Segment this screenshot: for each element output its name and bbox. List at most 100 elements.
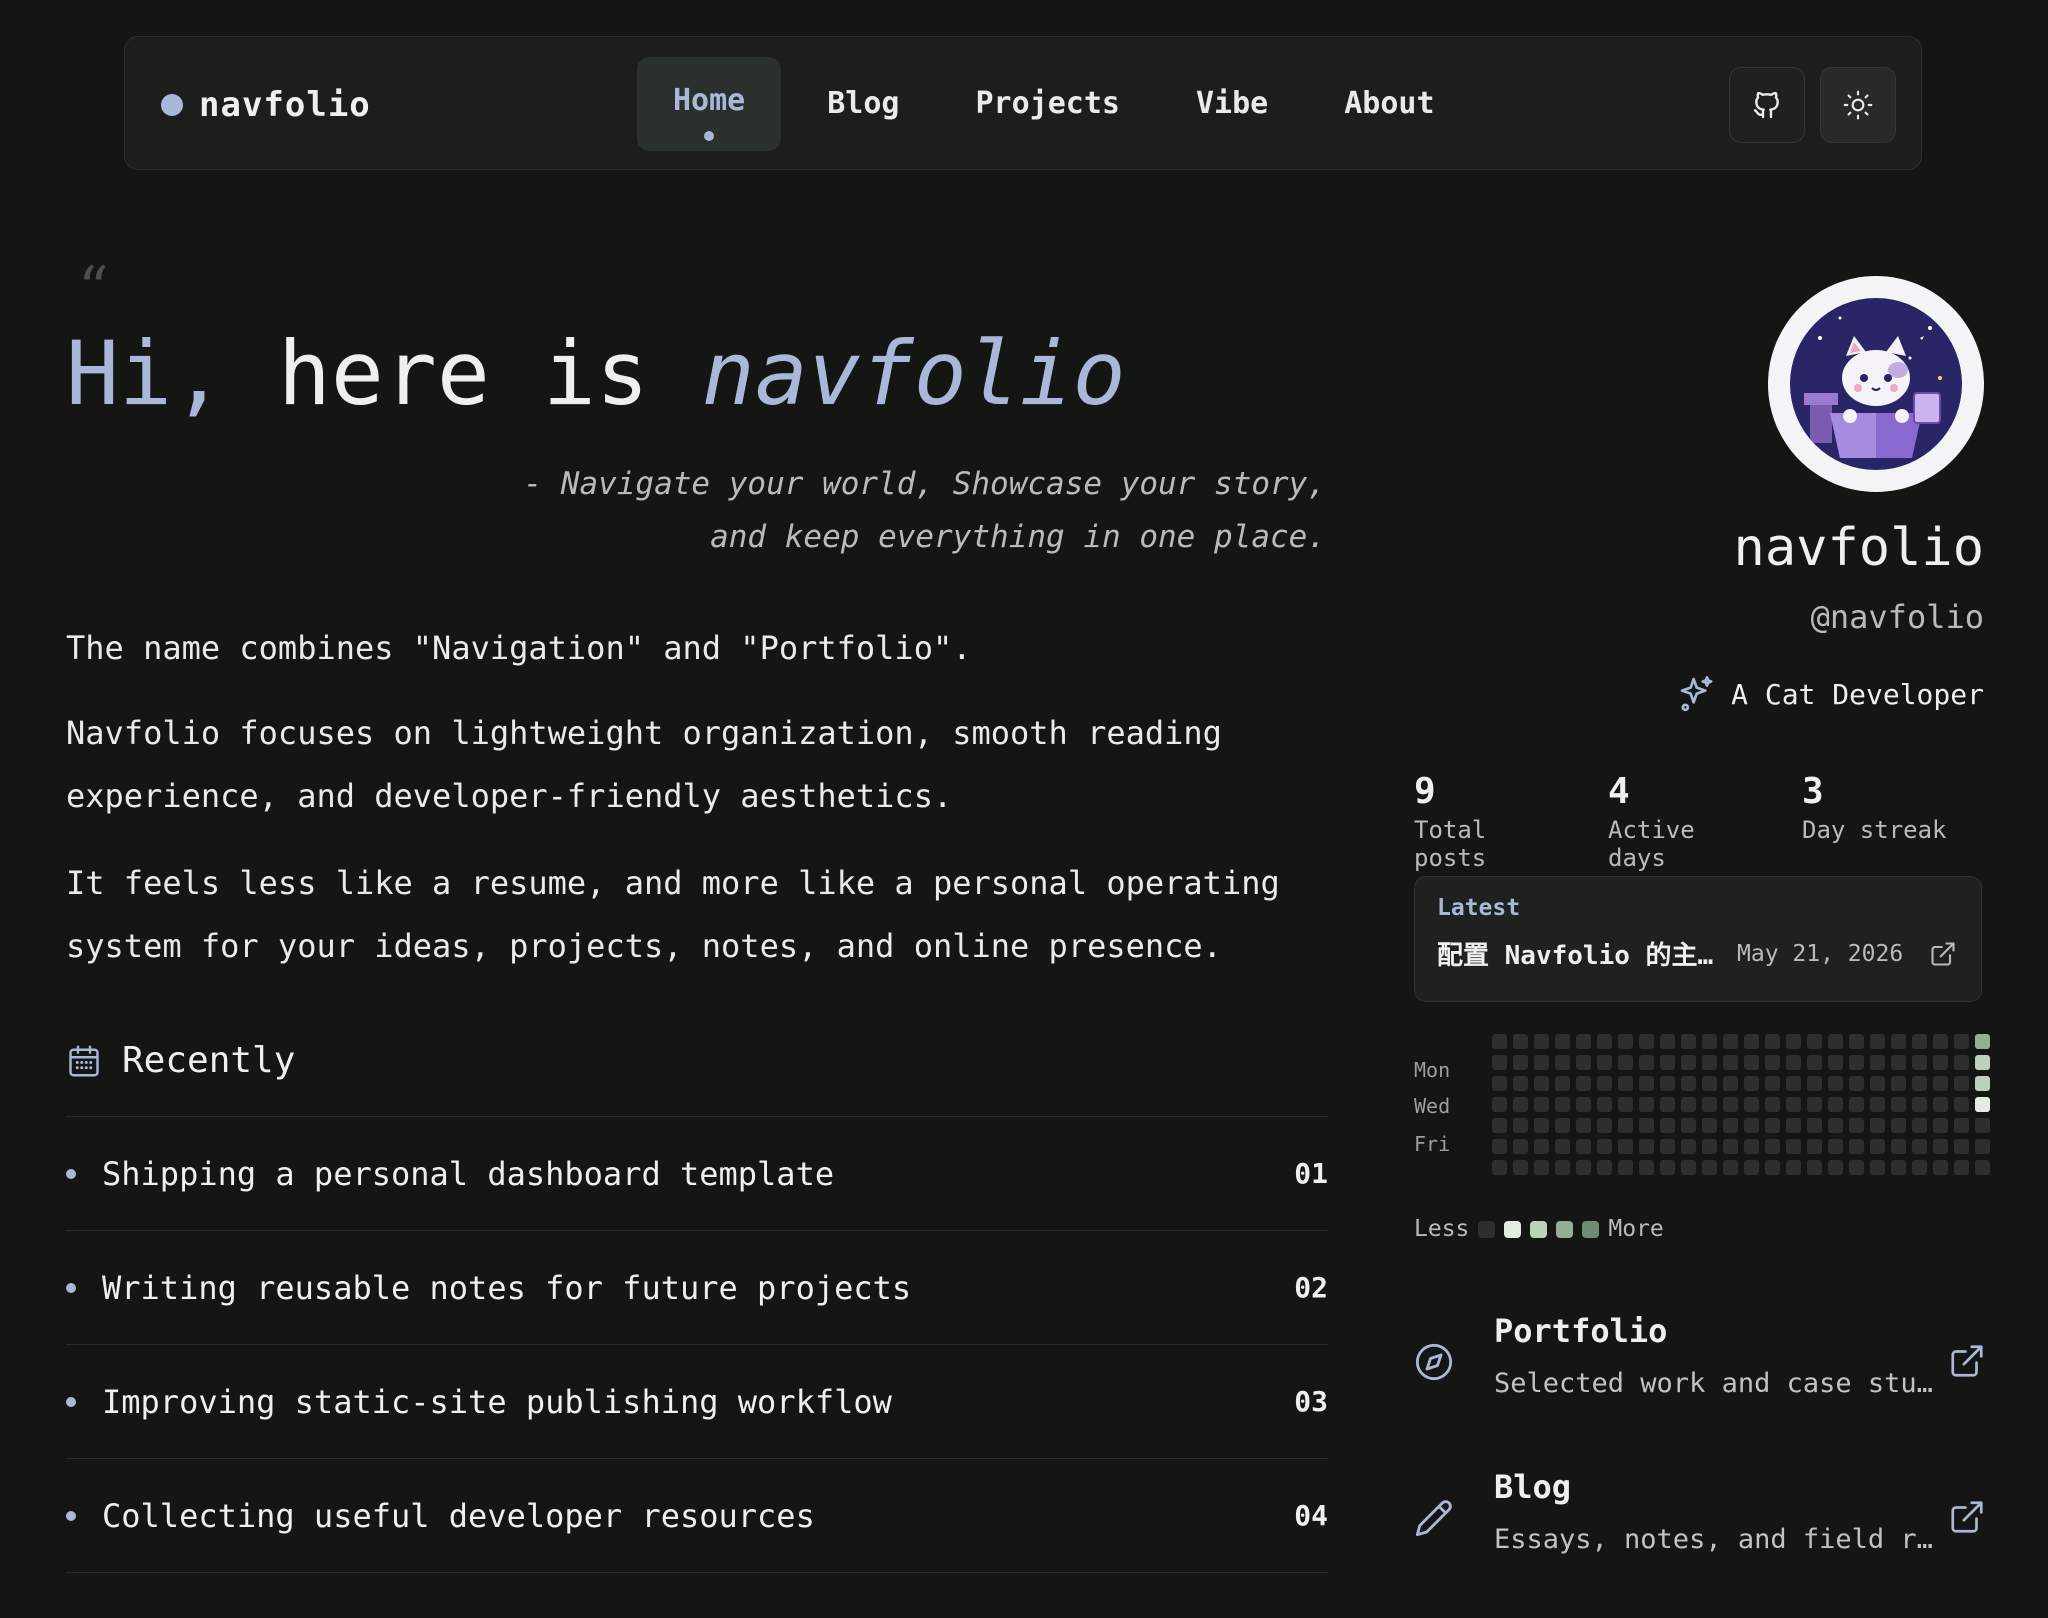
- link-card-portfolio[interactable]: Portfolio Selected work and case stu…: [1414, 1306, 1988, 1462]
- heatmap-cell: [1933, 1076, 1948, 1091]
- brand[interactable]: navfolio: [161, 85, 371, 125]
- external-link-icon[interactable]: [1948, 1498, 1986, 1536]
- nav-link-vibe[interactable]: Vibe: [1160, 57, 1304, 151]
- avatar: [1768, 276, 1984, 492]
- nav-link-label: Home: [673, 83, 746, 118]
- heatmap-cell: [1807, 1097, 1822, 1112]
- heatmap-cell: [1681, 1034, 1696, 1049]
- nav-link-projects[interactable]: Projects: [940, 57, 1157, 151]
- heatmap-cell: [1723, 1055, 1738, 1070]
- heatmap-cell: [1975, 1139, 1990, 1154]
- heatmap-cell: [1681, 1097, 1696, 1112]
- heatmap-cell: [1933, 1139, 1948, 1154]
- heatmap-cell: [1639, 1034, 1654, 1049]
- heatmap-cell: [1639, 1139, 1654, 1154]
- heatmap-cell: [1765, 1160, 1780, 1175]
- heatmap-cell: [1681, 1055, 1696, 1070]
- heatmap-cell: [1786, 1034, 1801, 1049]
- nav-link-about[interactable]: About: [1308, 57, 1470, 151]
- external-link-icon[interactable]: [1929, 940, 1957, 968]
- legend-swatch: [1478, 1220, 1496, 1238]
- heatmap-cell: [1639, 1118, 1654, 1133]
- list-item[interactable]: Shipping a personal dashboard template 0…: [66, 1116, 1328, 1230]
- profile-stats: 9 Total posts 4 Active days 3 Day streak: [1414, 770, 1991, 872]
- heatmap-cell: [1744, 1097, 1759, 1112]
- latest-post-card[interactable]: Latest 配置 Navfolio 的主… May 21, 2026: [1414, 876, 1982, 1002]
- theme-toggle-button[interactable]: [1820, 67, 1896, 143]
- heatmap-cell: [1891, 1055, 1906, 1070]
- heatmap-cell: [1723, 1034, 1738, 1049]
- heatmap-cell: [1597, 1097, 1612, 1112]
- bullet-icon: [66, 1168, 76, 1179]
- heatmap-cell: [1681, 1160, 1696, 1175]
- heatmap-cell: [1555, 1055, 1570, 1070]
- github-button[interactable]: [1729, 67, 1805, 143]
- link-title: Portfolio: [1494, 1312, 1668, 1350]
- intro-paragraph: It feels less like a resume, and more li…: [66, 864, 1280, 965]
- bullet-icon: [66, 1396, 76, 1407]
- stat-value: 9: [1414, 771, 1436, 812]
- heatmap-day-label: Mon: [1414, 1058, 1451, 1082]
- heatmap-cell: [1555, 1097, 1570, 1112]
- heatmap-cell: [1702, 1076, 1717, 1091]
- latest-row: 配置 Navfolio 的主… May 21, 2026: [1437, 935, 1959, 972]
- heatmap-cell: [1765, 1055, 1780, 1070]
- heatmap-cell: [1681, 1118, 1696, 1133]
- list-item[interactable]: Improving static-site publishing workflo…: [66, 1344, 1328, 1458]
- heatmap-cell: [1660, 1139, 1675, 1154]
- heatmap-cell: [1618, 1034, 1633, 1049]
- external-link-icon[interactable]: [1948, 1342, 1986, 1380]
- nav-link-home[interactable]: Home: [637, 57, 782, 151]
- list-item[interactable]: Writing reusable notes for future projec…: [66, 1230, 1328, 1344]
- heatmap-cell: [1618, 1139, 1633, 1154]
- heatmap-cell: [1828, 1055, 1843, 1070]
- nav-link-blog[interactable]: Blog: [791, 57, 935, 151]
- heatmap-cell: [1891, 1118, 1906, 1133]
- heatmap-cell: [1849, 1118, 1864, 1133]
- link-title: Blog: [1494, 1468, 1572, 1506]
- hero-title: Hi, here is navfolio: [66, 322, 1126, 425]
- heatmap-cell: [1492, 1160, 1507, 1175]
- sun-icon: [1843, 90, 1873, 120]
- heatmap-cell: [1492, 1097, 1507, 1112]
- list-item[interactable]: Collecting useful developer resources 04: [66, 1458, 1328, 1573]
- heatmap-cell: [1576, 1034, 1591, 1049]
- heatmap-cell: [1765, 1139, 1780, 1154]
- nav-links: Home Blog Projects Vibe About: [637, 57, 1471, 151]
- top-navbar: navfolio Home Blog Projects Vibe About: [124, 36, 1922, 170]
- heatmap-cell: [1660, 1034, 1675, 1049]
- hero-tagline: - Navigate your world, Showcase your sto…: [523, 458, 1326, 564]
- heatmap-cell: [1513, 1118, 1528, 1133]
- bullet-icon: [66, 1510, 76, 1521]
- heatmap-cell: [1723, 1097, 1738, 1112]
- heatmap-cell: [1639, 1076, 1654, 1091]
- heatmap-cell: [1534, 1139, 1549, 1154]
- heatmap-cell: [1828, 1034, 1843, 1049]
- heatmap-cell: [1702, 1055, 1717, 1070]
- heatmap-cell: [1954, 1076, 1969, 1091]
- heatmap-cell: [1597, 1055, 1612, 1070]
- heatmap-cell: [1870, 1034, 1885, 1049]
- heatmap-cell: [1870, 1097, 1885, 1112]
- heatmap-cell: [1618, 1055, 1633, 1070]
- heatmap-cell: [1660, 1076, 1675, 1091]
- heatmap-cell: [1576, 1160, 1591, 1175]
- list-item-number: 02: [1294, 1271, 1328, 1304]
- hero-title-mid: here is: [224, 322, 702, 425]
- legend-swatch: [1582, 1220, 1600, 1238]
- heatmap-cell: [1744, 1139, 1759, 1154]
- heatmap-cell: [1954, 1118, 1969, 1133]
- link-card-blog[interactable]: Blog Essays, notes, and field r…: [1414, 1462, 1988, 1618]
- stat-label: Active days: [1608, 816, 1695, 872]
- heatmap-cell: [1912, 1034, 1927, 1049]
- list-item-text: Improving static-site publishing workflo…: [102, 1382, 892, 1421]
- heatmap-cell: [1618, 1076, 1633, 1091]
- heatmap-cell: [1828, 1160, 1843, 1175]
- heatmap-grid: [1492, 1034, 1990, 1175]
- heatmap-cell: [1534, 1097, 1549, 1112]
- heatmap-day-label: Fri: [1414, 1132, 1451, 1156]
- heatmap-cell: [1639, 1160, 1654, 1175]
- pencil-icon: [1415, 1500, 1452, 1537]
- heatmap-cell: [1660, 1097, 1675, 1112]
- heatmap-cell: [1513, 1055, 1528, 1070]
